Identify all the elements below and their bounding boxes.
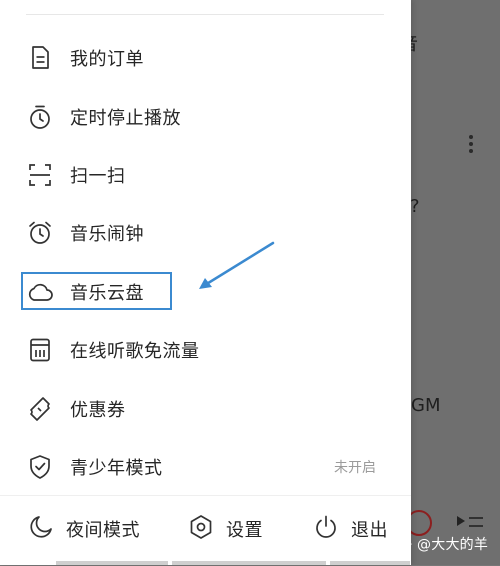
menu-item-teen-mode[interactable]: 青少年模式 未开启 — [26, 447, 386, 487]
divider — [26, 14, 384, 15]
cloud-icon — [26, 278, 54, 306]
menu-item-free-data[interactable]: 在线听歌免流量 — [26, 330, 386, 370]
background-text-2: ? — [410, 196, 420, 217]
menu-item-label: 优惠券 — [70, 400, 126, 421]
menu-item-label: 音乐闹钟 — [70, 224, 144, 245]
menu-item-label: 扫一扫 — [70, 166, 126, 187]
more-vertical-icon[interactable] — [468, 135, 474, 156]
moon-icon — [28, 514, 54, 544]
scan-icon — [26, 161, 54, 189]
screen-bottom-strip — [172, 561, 326, 565]
menu-item-my-orders[interactable]: 我的订单 — [26, 38, 386, 78]
drawer-bottom-bar: 夜间模式 设置 退出 — [0, 495, 411, 566]
arrow-annotation-icon — [199, 241, 275, 289]
play-list-icon[interactable] — [455, 514, 485, 534]
menu-item-label: 音乐云盘 — [70, 283, 144, 304]
logout-label: 退出 — [351, 520, 388, 541]
night-mode-label: 夜间模式 — [66, 520, 140, 541]
sim-card-icon — [26, 336, 54, 364]
logout-button[interactable]: 退出 — [313, 514, 388, 544]
settings-gear-icon — [188, 514, 214, 544]
order-list-icon — [26, 44, 54, 72]
menu-item-sleep-timer[interactable]: 定时停止播放 — [26, 97, 386, 137]
menu-item-coupons[interactable]: 优惠券 — [26, 389, 386, 429]
screen-bottom-strip — [56, 561, 168, 565]
timer-icon — [26, 103, 54, 131]
settings-label: 设置 — [226, 520, 263, 541]
power-icon — [313, 514, 339, 544]
settings-button[interactable]: 设置 — [188, 514, 263, 544]
menu-item-label: 我的订单 — [70, 49, 144, 70]
menu-item-scan[interactable]: 扫一扫 — [26, 155, 386, 195]
side-drawer: 我的订单 定时停止播放 扫一扫 音乐闹钟 音乐云盘 在线听歌免流量 优惠券 青少… — [0, 0, 411, 565]
menu-item-label: 在线听歌免流量 — [70, 341, 200, 362]
watermark-text: 知乎 @大大的羊 — [384, 537, 489, 553]
teen-mode-status: 未开启 — [334, 460, 376, 476]
menu-item-label: 定时停止播放 — [70, 108, 181, 129]
menu-item-label: 青少年模式 — [70, 458, 163, 479]
background-text-3: GM — [411, 395, 441, 416]
night-mode-button[interactable]: 夜间模式 — [28, 514, 140, 544]
screen-bottom-strip — [330, 561, 410, 565]
shield-icon — [26, 453, 54, 481]
alarm-clock-icon — [26, 219, 54, 247]
coupon-icon — [26, 395, 54, 423]
